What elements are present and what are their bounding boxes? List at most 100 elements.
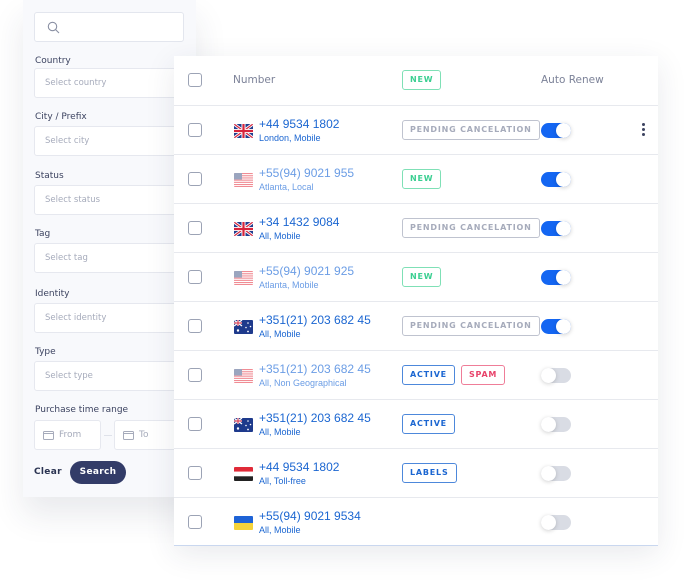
city-placeholder: Select city xyxy=(45,136,90,146)
us-flag-icon xyxy=(234,173,253,187)
phone-number[interactable]: +44 9534 1802 xyxy=(259,460,339,474)
country-select[interactable]: Select country xyxy=(34,68,194,98)
status-badges: PENDING CANCELATION xyxy=(402,218,540,238)
pending-badge: PENDING CANCELATION xyxy=(402,316,540,336)
type-label: Type xyxy=(35,347,56,357)
type-placeholder: Select type xyxy=(45,371,93,381)
search-input[interactable] xyxy=(65,17,175,37)
auto-renew-toggle[interactable] xyxy=(541,417,571,432)
city-select[interactable]: Select city xyxy=(34,126,194,156)
toggle-knob xyxy=(541,466,556,481)
number-location: All, Mobile xyxy=(259,231,301,241)
date-from-placeholder: From xyxy=(59,430,82,440)
pending-badge: PENDING CANCELATION xyxy=(402,120,540,140)
auto-renew-toggle[interactable] xyxy=(541,172,571,187)
calendar-icon xyxy=(43,431,54,440)
search-icon xyxy=(47,21,60,34)
table-row[interactable]: +351(21) 203 682 45 All, Mobile PENDING CA… xyxy=(174,301,658,350)
table-row[interactable]: +44 9534 1802 London, Mobile PENDING CANCE… xyxy=(174,105,658,154)
select-all-checkbox[interactable] xyxy=(188,73,202,87)
table-row[interactable]: +55(94) 9021 9534 All, Mobile xyxy=(174,497,658,546)
tag-select[interactable]: Select tag xyxy=(34,243,194,273)
identity-select[interactable]: Select identity xyxy=(34,303,194,333)
auto-renew-toggle[interactable] xyxy=(541,221,571,236)
phone-number[interactable]: +34 1432 9084 xyxy=(259,215,339,229)
toggle-knob xyxy=(556,221,571,236)
tag-label: Tag xyxy=(35,229,51,239)
phone-number[interactable]: +351(21) 203 682 45 xyxy=(259,411,371,425)
more-options-icon[interactable] xyxy=(640,123,646,139)
new-badge: NEW xyxy=(402,169,442,189)
row-checkbox[interactable] xyxy=(188,515,202,529)
status-badges: NEW xyxy=(402,267,442,287)
identity-placeholder: Select identity xyxy=(45,313,107,323)
table-row[interactable]: +55(94) 9021 925 Atlanta, Mobile NEW xyxy=(174,252,658,301)
country-label: Country xyxy=(35,56,71,66)
ukraine-flag-icon xyxy=(234,516,253,530)
number-location: Atlanta, Local xyxy=(259,182,314,192)
us-flag-icon xyxy=(234,369,253,383)
row-checkbox[interactable] xyxy=(188,221,202,235)
status-badges: ACTIVE xyxy=(402,414,455,434)
auto-renew-toggle[interactable] xyxy=(541,368,571,383)
city-label: City / Prefix xyxy=(35,112,87,122)
auto-renew-toggle[interactable] xyxy=(541,123,571,138)
number-location: All, Mobile xyxy=(259,525,301,535)
toggle-knob xyxy=(556,123,571,138)
table-row[interactable]: +44 9534 1802 All, Toll-free LABELS xyxy=(174,448,658,497)
table-row[interactable]: +55(94) 9021 955 Atlanta, Local NEW xyxy=(174,154,658,203)
tag-placeholder: Select tag xyxy=(45,253,88,263)
phone-number[interactable]: +55(94) 9021 925 xyxy=(259,264,354,278)
row-checkbox[interactable] xyxy=(188,466,202,480)
us-flag-icon xyxy=(234,271,253,285)
status-placeholder: Select status xyxy=(45,195,101,205)
identity-label: Identity xyxy=(35,289,70,299)
uk-flag-icon xyxy=(234,124,253,138)
table-row[interactable]: +34 1432 9084 All, Mobile PENDING CANCELAT… xyxy=(174,203,658,252)
toggle-knob xyxy=(556,319,571,334)
auto-renew-toggle[interactable] xyxy=(541,270,571,285)
status-select[interactable]: Select status xyxy=(34,185,194,215)
search-button[interactable]: Search xyxy=(70,461,126,484)
type-select[interactable]: Select type xyxy=(34,361,194,391)
number-location: London, Mobile xyxy=(259,133,321,143)
clear-button[interactable]: Clear xyxy=(34,467,62,477)
phone-number[interactable]: +351(21) 203 682 45 xyxy=(259,362,371,376)
date-to-placeholder: To xyxy=(139,430,149,440)
row-checkbox[interactable] xyxy=(188,123,202,137)
column-header-number: Number xyxy=(233,74,276,86)
phone-number[interactable]: +55(94) 9021 955 xyxy=(259,166,354,180)
date-from-input[interactable]: From xyxy=(34,420,101,450)
row-checkbox[interactable] xyxy=(188,270,202,284)
status-label: Status xyxy=(35,171,64,181)
filter-panel: Country Select country City / Prefix Sel… xyxy=(23,0,196,497)
table-header: Number NEW Auto Renew xyxy=(174,56,658,105)
row-checkbox[interactable] xyxy=(188,368,202,382)
auto-renew-toggle[interactable] xyxy=(541,319,571,334)
table-row[interactable]: +351(21) 203 682 45 All, Mobile ACTIVE xyxy=(174,399,658,448)
row-checkbox[interactable] xyxy=(188,417,202,431)
search-box[interactable] xyxy=(34,12,184,42)
table-row[interactable]: +351(21) 203 682 45 All, Non Geographical… xyxy=(174,350,658,399)
status-badges: LABELS xyxy=(402,463,457,483)
calendar-icon xyxy=(123,431,134,440)
australia-flag-icon xyxy=(234,320,253,334)
auto-renew-toggle[interactable] xyxy=(541,515,571,530)
active-badge: ACTIVE xyxy=(402,365,455,385)
phone-number[interactable]: +55(94) 9021 9534 xyxy=(259,509,361,523)
row-checkbox[interactable] xyxy=(188,172,202,186)
labels-badge: LABELS xyxy=(402,463,457,483)
auto-renew-toggle[interactable] xyxy=(541,466,571,481)
toggle-knob xyxy=(541,515,556,530)
status-badges: PENDING CANCELATION xyxy=(402,316,540,336)
phone-number[interactable]: +44 9534 1802 xyxy=(259,117,339,131)
date-range-separator xyxy=(104,435,112,436)
uk-flag-icon xyxy=(234,222,253,236)
phone-number[interactable]: +351(21) 203 682 45 xyxy=(259,313,371,327)
active-badge: ACTIVE xyxy=(402,414,455,434)
row-checkbox[interactable] xyxy=(188,319,202,333)
toggle-knob xyxy=(541,368,556,383)
yemen-flag-icon xyxy=(234,467,253,481)
purchase-range-label: Purchase time range xyxy=(35,405,129,415)
number-location: All, Toll-free xyxy=(259,476,306,486)
